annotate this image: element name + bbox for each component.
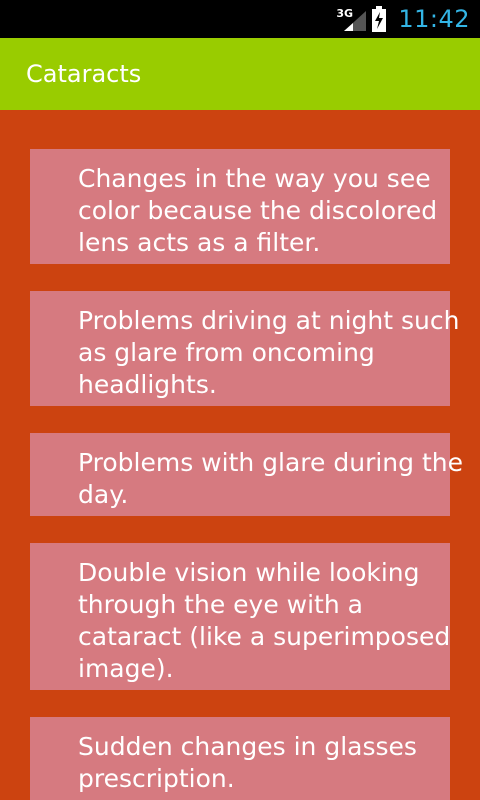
symptom-card[interactable]: Problems with glare during the day.: [30, 433, 463, 516]
battery-charging-icon: [372, 6, 387, 32]
symptom-line: Sudden changes in glasses: [78, 732, 417, 761]
symptom-card[interactable]: Problems driving at night such as glare …: [30, 291, 460, 406]
symptom-card[interactable]: Sudden changes in glasses prescription.: [30, 717, 450, 800]
symptom-text: Double vision while looking through the …: [78, 557, 450, 685]
symptom-line: Problems driving at night such: [78, 306, 460, 335]
signal-strength-icon: [344, 11, 367, 31]
symptom-line: cataract (like a superimposed: [78, 622, 451, 651]
status-bar: 3G 11:42: [0, 0, 480, 38]
action-bar: Cataracts: [0, 38, 480, 110]
symptom-line: Changes in the way you see: [78, 164, 431, 193]
symptom-line: prescription.: [78, 764, 235, 793]
symptom-card[interactable]: Changes in the way you see color because…: [30, 149, 450, 264]
page-title: Cataracts: [26, 60, 142, 88]
symptom-text: Problems with glare during the day.: [78, 447, 463, 511]
symptom-line: color because the discolored: [78, 196, 438, 225]
symptom-line: Problems with glare during the: [78, 448, 463, 477]
status-icons: 3G 11:42: [336, 5, 470, 33]
signal-indicator: 3G: [336, 7, 367, 31]
symptom-line: headlights.: [78, 370, 217, 399]
symptom-line: image).: [78, 654, 174, 683]
symptom-text: Problems driving at night such as glare …: [78, 305, 460, 401]
symptom-card[interactable]: Double vision while looking through the …: [30, 543, 450, 690]
symptom-line: Double vision while looking: [78, 558, 420, 587]
symptom-line: day.: [78, 480, 129, 509]
symptom-line: as glare from oncoming: [78, 338, 375, 367]
symptom-line: through the eye with a: [78, 590, 363, 619]
symptom-text: Sudden changes in glasses prescription.: [78, 731, 450, 795]
status-clock: 11:42: [398, 5, 470, 33]
symptom-line: lens acts as a filter.: [78, 228, 321, 257]
symptom-list: Changes in the way you see color because…: [0, 110, 480, 800]
symptom-text: Changes in the way you see color because…: [78, 163, 450, 259]
